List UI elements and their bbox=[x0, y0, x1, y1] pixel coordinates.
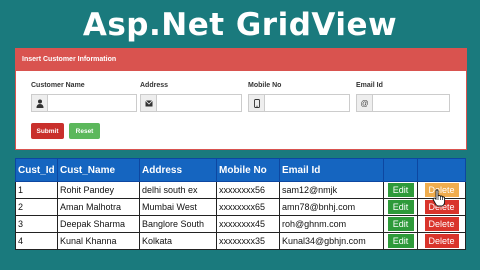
header-address[interactable]: Address bbox=[139, 158, 217, 182]
table-row: 2 Aman Malhotra Mumbai West xxxxxxxx65 a… bbox=[15, 198, 466, 216]
cell-email-id: roh@ghnm.com bbox=[279, 215, 384, 233]
cell-mobile-no: xxxxxxxx35 bbox=[216, 232, 280, 250]
user-icon bbox=[31, 94, 47, 112]
cell-cust-id: 2 bbox=[15, 198, 58, 216]
email-id-label: Email Id bbox=[356, 82, 383, 89]
cell-address: Banglore South bbox=[139, 215, 217, 233]
edit-button[interactable]: Edit bbox=[387, 200, 414, 214]
cell-delete: Delete bbox=[417, 215, 466, 233]
edit-button[interactable]: Edit bbox=[387, 217, 414, 231]
table-row: 4 Kunal Khanna Kolkata xxxxxxxx35 Kunal3… bbox=[15, 232, 466, 250]
address-input[interactable] bbox=[156, 94, 242, 112]
header-mobile-no[interactable]: Mobile No bbox=[216, 158, 280, 182]
header-cust-id[interactable]: Cust_Id bbox=[15, 158, 58, 182]
insert-customer-panel: Insert Customer Information Customer Nam… bbox=[15, 48, 467, 150]
cell-email-id: Kunal34@gbhjn.com bbox=[279, 232, 384, 250]
cell-cust-id: 1 bbox=[15, 181, 58, 199]
customer-name-group bbox=[31, 94, 137, 112]
cell-cust-name: Aman Malhotra bbox=[57, 198, 140, 216]
cell-mobile-no: xxxxxxxx56 bbox=[216, 181, 280, 199]
cell-edit: Edit bbox=[383, 215, 418, 233]
cell-email-id: sam12@nmjk bbox=[279, 181, 384, 199]
customer-gridview: Cust_Id Cust_Name Address Mobile No Emai… bbox=[15, 158, 466, 250]
mobile-icon bbox=[248, 94, 264, 112]
cell-delete: Delete bbox=[417, 232, 466, 250]
header-delete bbox=[417, 158, 466, 182]
cell-edit: Edit bbox=[383, 232, 418, 250]
cell-cust-name: Kunal Khanna bbox=[57, 232, 140, 250]
reset-button[interactable]: Reset bbox=[69, 123, 100, 139]
email-id-group: @ bbox=[356, 94, 450, 112]
cell-cust-id: 4 bbox=[15, 232, 58, 250]
table-row: 3 Deepak Sharma Banglore South xxxxxxxx4… bbox=[15, 215, 466, 233]
hand-cursor-icon bbox=[432, 189, 446, 207]
cell-address: Mumbai West bbox=[139, 198, 217, 216]
edit-button[interactable]: Edit bbox=[387, 234, 414, 248]
cell-cust-name: Rohit Pandey bbox=[57, 181, 140, 199]
cell-email-id: amn78@bnhj.com bbox=[279, 198, 384, 216]
cell-mobile-no: xxxxxxxx65 bbox=[216, 198, 280, 216]
page-title: Asp.Net GridView bbox=[82, 7, 398, 43]
header-email-id[interactable]: Email Id bbox=[279, 158, 384, 182]
mobile-no-label: Mobile No bbox=[248, 82, 282, 89]
email-id-input[interactable] bbox=[372, 94, 450, 112]
envelope-icon bbox=[140, 94, 156, 112]
delete-button[interactable]: Delete bbox=[424, 217, 459, 231]
cell-cust-name: Deepak Sharma bbox=[57, 215, 140, 233]
customer-name-input[interactable] bbox=[47, 94, 137, 112]
cell-cust-id: 3 bbox=[15, 215, 58, 233]
mobile-no-group bbox=[248, 94, 350, 112]
submit-button[interactable]: Submit bbox=[31, 123, 64, 139]
cell-edit: Edit bbox=[383, 198, 418, 216]
table-row: 1 Rohit Pandey delhi south ex xxxxxxxx56… bbox=[15, 181, 466, 199]
cell-mobile-no: xxxxxxxx45 bbox=[216, 215, 280, 233]
delete-button[interactable]: Delete bbox=[424, 234, 459, 248]
customer-name-label: Customer Name bbox=[31, 82, 85, 89]
address-group bbox=[140, 94, 242, 112]
cell-address: Kolkata bbox=[139, 232, 217, 250]
grid-header-row: Cust_Id Cust_Name Address Mobile No Emai… bbox=[15, 158, 466, 182]
cell-address: delhi south ex bbox=[139, 181, 217, 199]
edit-button[interactable]: Edit bbox=[387, 183, 414, 197]
at-icon: @ bbox=[356, 94, 372, 112]
panel-heading: Insert Customer Information bbox=[16, 49, 466, 71]
cell-edit: Edit bbox=[383, 181, 418, 199]
mobile-no-input[interactable] bbox=[264, 94, 350, 112]
header-cust-name[interactable]: Cust_Name bbox=[57, 158, 140, 182]
address-label: Address bbox=[140, 82, 169, 89]
header-edit bbox=[383, 158, 418, 182]
